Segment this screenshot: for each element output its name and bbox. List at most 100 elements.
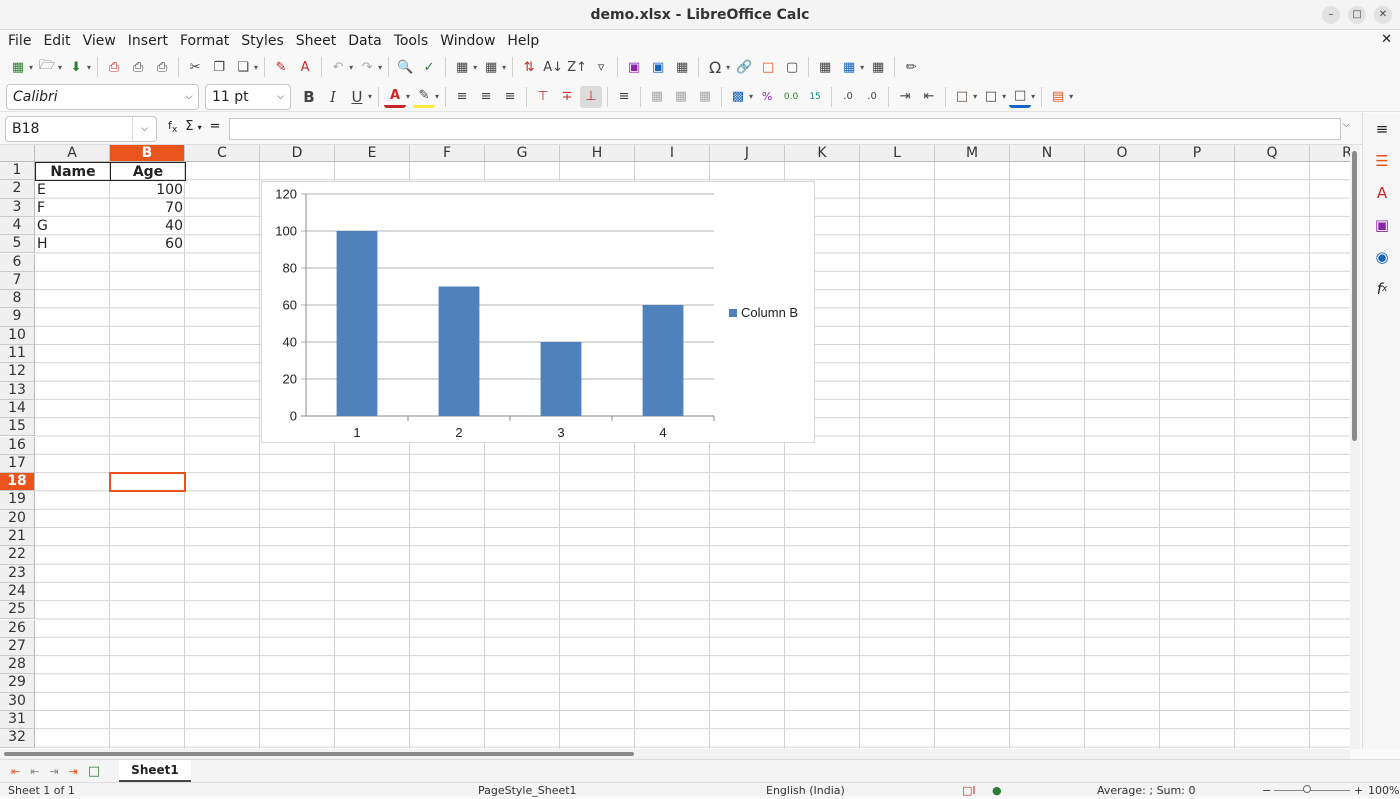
autofilter-icon[interactable]: ▿ (590, 56, 612, 78)
chevron-down-icon[interactable]: ⌵ (185, 92, 192, 102)
new-icon[interactable]: ▦ (7, 56, 29, 78)
formula-input[interactable] (229, 118, 1341, 140)
row-header-17[interactable]: 17 (0, 454, 35, 474)
align-right-icon[interactable]: ≡ (499, 86, 521, 108)
first-sheet-icon[interactable]: ⇤ (11, 765, 20, 778)
row-header-16[interactable]: 16 (0, 436, 35, 455)
sort-icon[interactable]: ⇅ (518, 56, 540, 78)
row-header-22[interactable]: 22 (0, 546, 35, 565)
align-bottom-icon[interactable]: ⊥ (580, 85, 603, 108)
add-decimal-icon[interactable]: .0 (837, 86, 859, 108)
highlight-color-icon[interactable]: ✎ (413, 86, 436, 108)
bar-chart[interactable]: 0 20 40 60 80 100 120 1 2 3 4 Column B (261, 181, 815, 443)
special-character-icon[interactable]: Ω (704, 56, 726, 78)
merge-cells-icon[interactable]: ▦ (670, 86, 692, 108)
minimize-icon[interactable]: – (1322, 6, 1340, 24)
column-header-i[interactable]: I (635, 145, 710, 162)
clear-formatting-icon[interactable]: A (294, 56, 316, 78)
spelling-icon[interactable]: ✓ (418, 56, 440, 78)
sum-icon[interactable]: Σ ▾ (185, 119, 201, 135)
row-header-14[interactable]: 14 (0, 399, 35, 419)
column-header-b[interactable]: B (110, 145, 185, 162)
maximize-icon[interactable]: □ (1348, 6, 1366, 24)
undo-icon[interactable]: ↶ (327, 56, 349, 78)
column-header-c[interactable]: C (185, 145, 260, 162)
underline-icon[interactable]: U (346, 86, 368, 108)
vertical-scrollbar-thumb[interactable] (1352, 151, 1357, 441)
row-header-2[interactable]: 2 (0, 180, 35, 199)
align-center-icon[interactable]: ≡ (475, 86, 497, 108)
cell-b5[interactable]: 60 (110, 235, 185, 253)
row-header-23[interactable]: 23 (0, 564, 35, 583)
row-header-8[interactable]: 8 (0, 290, 35, 309)
selection-mode-icon[interactable]: □I (962, 783, 976, 799)
column-header-k[interactable]: K (785, 145, 860, 162)
show-draw-functions-icon[interactable]: ✏ (900, 56, 922, 78)
column-header-h[interactable]: H (560, 145, 635, 162)
cell-b4[interactable]: 40 (110, 217, 185, 235)
cell-a3[interactable]: F (35, 199, 110, 217)
cell-b3[interactable]: 70 (110, 199, 185, 217)
redo-icon[interactable]: ↷ (356, 56, 378, 78)
menu-file[interactable]: File (2, 30, 37, 52)
menu-data[interactable]: Data (342, 30, 387, 52)
row-header-20[interactable]: 20 (0, 509, 35, 528)
column-header-r[interactable]: R (1310, 145, 1350, 162)
freeze-rows-columns-icon[interactable]: ▦ (838, 56, 860, 78)
zoom-slider[interactable] (1274, 790, 1350, 791)
column-header-p[interactable]: P (1160, 145, 1235, 162)
column-header-g[interactable]: G (485, 145, 560, 162)
chevron-down-icon[interactable]: ⌵ (277, 92, 284, 102)
font-size-box[interactable]: 11 pt ⌵ (205, 83, 291, 110)
menu-window[interactable]: Window (434, 30, 501, 52)
cell-a2[interactable]: E (35, 181, 110, 199)
sheet-tab[interactable]: Sheet1 (119, 760, 191, 782)
sidebar-menu-icon[interactable]: ≡ (1363, 113, 1400, 145)
row-header-25[interactable]: 25 (0, 601, 35, 620)
row-header-7[interactable]: 7 (0, 271, 35, 291)
row-header-18[interactable]: 18 (0, 473, 35, 492)
row-header-21[interactable]: 21 (0, 528, 35, 547)
cell-cursor-b18[interactable] (109, 472, 186, 492)
italic-icon[interactable]: I (322, 86, 344, 108)
menu-sheet[interactable]: Sheet (290, 30, 342, 52)
row-header-6[interactable]: 6 (0, 253, 35, 272)
cell-b1[interactable]: Age (110, 162, 186, 181)
column-header-l[interactable]: L (860, 145, 935, 162)
styles-icon[interactable]: A (1363, 177, 1400, 209)
vertical-scrollbar[interactable] (1350, 145, 1360, 749)
row-header-29[interactable]: 29 (0, 674, 35, 693)
number-format-icon[interactable]: 0.0 (780, 86, 802, 108)
border-style-icon[interactable]: □ (980, 86, 1002, 108)
row-header-19[interactable]: 19 (0, 491, 35, 510)
date-format-icon[interactable]: 15 (804, 86, 826, 108)
font-name-box[interactable]: Calibri ⌵ (6, 83, 199, 110)
menu-styles[interactable]: Styles (235, 30, 289, 52)
row-header-5[interactable]: 5 (0, 235, 35, 254)
select-all-corner[interactable] (0, 145, 35, 162)
pivot-table-icon[interactable]: ▦ (671, 56, 693, 78)
split-window-icon[interactable]: ▦ (867, 56, 889, 78)
currency-format-icon[interactable]: ▩ (727, 86, 749, 108)
export-pdf-icon[interactable]: ⎙ (103, 56, 125, 78)
row-header-30[interactable]: 30 (0, 692, 35, 711)
row-header-13[interactable]: 13 (0, 381, 35, 400)
center-vertically-icon[interactable]: ∓ (556, 86, 578, 108)
language[interactable]: English (India) (766, 783, 845, 799)
sort-ascending-icon[interactable]: A↓ (542, 56, 564, 78)
zoom-out-icon[interactable]: − (1262, 783, 1271, 799)
row-header-28[interactable]: 28 (0, 656, 35, 675)
borders-icon[interactable]: □ (951, 86, 973, 108)
align-top-icon[interactable]: ⊤ (532, 86, 554, 108)
row-header-9[interactable]: 9 (0, 308, 35, 327)
print-preview-icon[interactable]: ⎙ (151, 56, 173, 78)
row-header-15[interactable]: 15 (0, 418, 35, 437)
row-header-32[interactable]: 32 (0, 729, 35, 748)
column-header-o[interactable]: O (1085, 145, 1160, 162)
column-header-f[interactable]: F (410, 145, 485, 162)
column-header-e[interactable]: E (335, 145, 410, 162)
column-header-a[interactable]: A (35, 145, 110, 162)
row-header-26[interactable]: 26 (0, 619, 35, 638)
name-box[interactable]: B18 ⌵ (5, 116, 157, 142)
function-wizard-icon[interactable]: fx (168, 119, 177, 135)
